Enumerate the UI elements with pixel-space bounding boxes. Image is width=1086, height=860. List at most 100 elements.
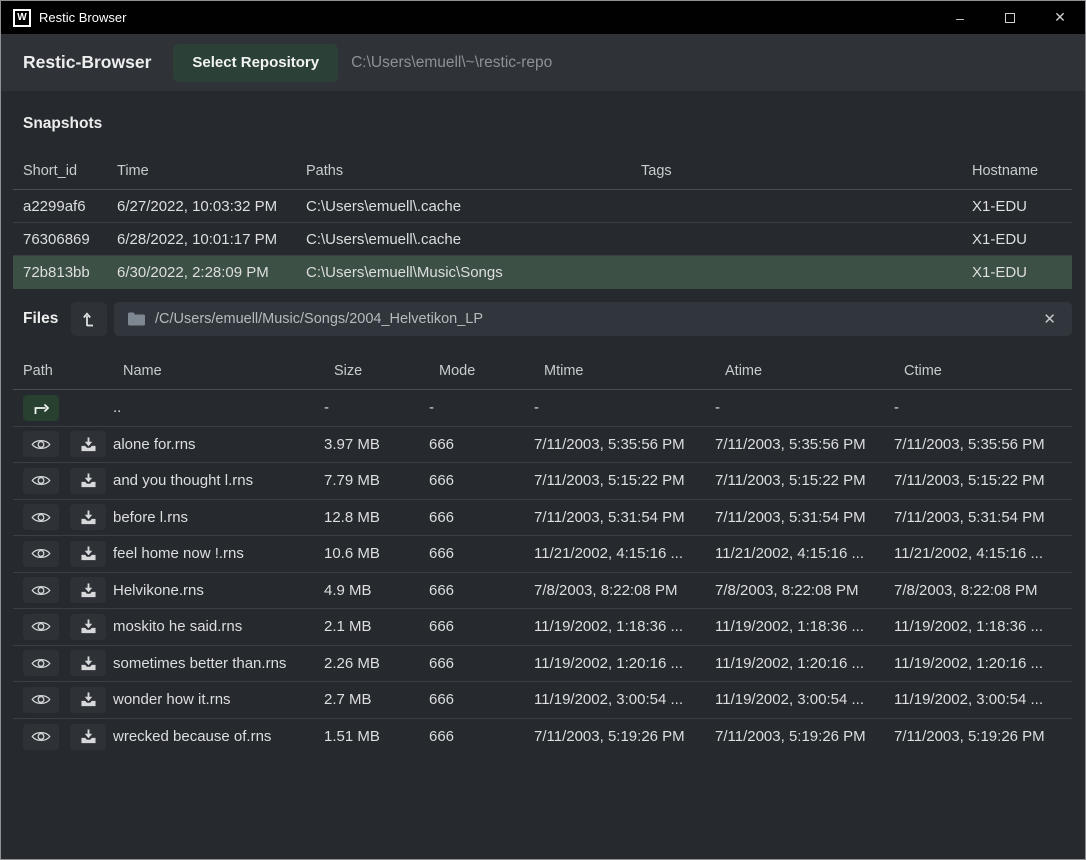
snapshot-time: 6/28/2022, 10:01:17 PM [117, 231, 306, 248]
files-rows: ..-----alone for.rns3.97 MB6667/11/2003,… [13, 390, 1072, 755]
download-file-button[interactable] [70, 650, 106, 676]
file-actions [13, 431, 113, 457]
snapshot-row[interactable]: 72b813bb6/30/2022, 2:28:09 PMC:\Users\em… [13, 256, 1072, 289]
download-file-button[interactable] [70, 614, 106, 640]
file-mtime: 7/11/2003, 5:31:54 PM [534, 509, 715, 526]
preview-file-button[interactable] [23, 687, 59, 713]
download-file-button[interactable] [70, 468, 106, 494]
file-ctime: - [894, 399, 1072, 416]
preview-file-button[interactable] [23, 577, 59, 603]
snapshot-row[interactable]: 763068696/28/2022, 10:01:17 PMC:\Users\e… [13, 223, 1072, 256]
column-header-short-id[interactable]: Short_id [23, 163, 117, 179]
download-file-button[interactable] [70, 724, 106, 750]
file-row[interactable]: sometimes better than.rns2.26 MB66611/19… [13, 646, 1072, 683]
breadcrumb-close-button[interactable]: ✕ [1041, 310, 1058, 328]
file-name: wrecked because of.rns [113, 728, 324, 745]
preview-file-button[interactable] [23, 614, 59, 640]
eye-icon [31, 656, 51, 671]
download-file-button[interactable] [70, 541, 106, 567]
file-row[interactable]: wrecked because of.rns1.51 MB6667/11/200… [13, 719, 1072, 756]
minimize-button[interactable]: – [935, 1, 985, 34]
preview-file-button[interactable] [23, 724, 59, 750]
repository-path: C:\Users\emuell\~\restic-repo [351, 54, 552, 72]
snapshot-short-id: 76306869 [23, 231, 117, 248]
file-name: Helvikone.rns [113, 582, 324, 599]
snapshot-row[interactable]: a2299af66/27/2022, 10:03:32 PMC:\Users\e… [13, 190, 1072, 223]
folder-icon [128, 312, 145, 326]
file-row[interactable]: before l.rns12.8 MB6667/11/2003, 5:31:54… [13, 500, 1072, 537]
breadcrumb-path-text: /C/Users/emuell/Music/Songs/2004_Helveti… [155, 311, 483, 327]
file-row[interactable]: moskito he said.rns2.1 MB66611/19/2002, … [13, 609, 1072, 646]
files-path-breadcrumb[interactable]: /C/Users/emuell/Music/Songs/2004_Helveti… [114, 302, 1072, 336]
file-name: and you thought l.rns [113, 472, 324, 489]
column-header-mtime[interactable]: Mtime [544, 363, 725, 379]
preview-file-button[interactable] [23, 431, 59, 457]
column-header-path[interactable]: Path [23, 363, 123, 379]
file-actions [13, 504, 113, 530]
download-file-button[interactable] [70, 577, 106, 603]
column-header-mode[interactable]: Mode [439, 363, 544, 379]
file-size: 3.97 MB [324, 436, 429, 453]
column-header-ctime[interactable]: Ctime [904, 363, 1072, 379]
column-header-hostname[interactable]: Hostname [972, 163, 1072, 179]
column-header-time[interactable]: Time [117, 163, 306, 179]
download-icon [81, 437, 96, 452]
file-size: 1.51 MB [324, 728, 429, 745]
download-icon [81, 656, 96, 671]
file-ctime: 7/11/2003, 5:35:56 PM [894, 436, 1072, 453]
column-header-tags[interactable]: Tags [641, 163, 972, 179]
file-ctime: 11/19/2002, 3:00:54 ... [894, 691, 1072, 708]
file-row[interactable]: wonder how it.rns2.7 MB66611/19/2002, 3:… [13, 682, 1072, 719]
close-button[interactable]: ✕ [1035, 1, 1085, 34]
file-size: 12.8 MB [324, 509, 429, 526]
maximize-button[interactable] [985, 1, 1035, 34]
file-mtime: 11/19/2002, 3:00:54 ... [534, 691, 715, 708]
download-icon [81, 619, 96, 634]
go-parent-directory-button[interactable] [23, 395, 59, 421]
snapshot-time: 6/30/2022, 2:28:09 PM [117, 264, 306, 281]
column-header-paths[interactable]: Paths [306, 163, 641, 179]
file-name: before l.rns [113, 509, 324, 526]
close-icon: ✕ [1043, 311, 1056, 328]
column-header-name[interactable]: Name [123, 363, 334, 379]
preview-file-button[interactable] [23, 650, 59, 676]
file-atime: 11/19/2002, 1:20:16 ... [715, 655, 894, 672]
preview-file-button[interactable] [23, 541, 59, 567]
eye-icon [31, 729, 51, 744]
parent-dir-row[interactable]: ..----- [13, 390, 1072, 427]
snapshot-paths: C:\Users\emuell\Music\Songs [306, 264, 641, 281]
window-controls: – ✕ [935, 1, 1085, 34]
download-icon [81, 510, 96, 525]
select-repository-button[interactable]: Select Repository [173, 44, 338, 82]
snapshot-hostname: X1-EDU [972, 231, 1072, 248]
download-file-button[interactable] [70, 504, 106, 530]
file-row[interactable]: and you thought l.rns7.79 MB6667/11/2003… [13, 463, 1072, 500]
snapshots-rows: a2299af66/27/2022, 10:03:32 PMC:\Users\e… [13, 190, 1072, 289]
download-file-button[interactable] [70, 431, 106, 457]
files-bar: Files /C/Users/emuell/Music/Songs/2004_H… [13, 301, 1072, 337]
file-name: wonder how it.rns [113, 691, 324, 708]
file-mode: 666 [429, 436, 534, 453]
preview-file-button[interactable] [23, 468, 59, 494]
snapshot-short-id: 72b813bb [23, 264, 117, 281]
file-mtime: 11/19/2002, 1:18:36 ... [534, 618, 715, 635]
level-up-button[interactable] [71, 302, 107, 336]
file-row[interactable]: Helvikone.rns4.9 MB6667/8/2003, 8:22:08 … [13, 573, 1072, 610]
file-mtime: 7/11/2003, 5:19:26 PM [534, 728, 715, 745]
download-icon [81, 473, 96, 488]
preview-file-button[interactable] [23, 504, 59, 530]
column-header-size[interactable]: Size [334, 363, 439, 379]
snapshot-time: 6/27/2022, 10:03:32 PM [117, 198, 306, 215]
file-mtime: 11/19/2002, 1:20:16 ... [534, 655, 715, 672]
download-icon [81, 692, 96, 707]
file-name: moskito he said.rns [113, 618, 324, 635]
file-row[interactable]: alone for.rns3.97 MB6667/11/2003, 5:35:5… [13, 427, 1072, 464]
column-header-atime[interactable]: Atime [725, 363, 904, 379]
file-size: 7.79 MB [324, 472, 429, 489]
file-row[interactable]: feel home now !.rns10.6 MB66611/21/2002,… [13, 536, 1072, 573]
file-size: 2.26 MB [324, 655, 429, 672]
download-file-button[interactable] [70, 687, 106, 713]
file-ctime: 7/11/2003, 5:31:54 PM [894, 509, 1072, 526]
file-atime: 11/19/2002, 1:18:36 ... [715, 618, 894, 635]
window-title: Restic Browser [39, 10, 126, 25]
